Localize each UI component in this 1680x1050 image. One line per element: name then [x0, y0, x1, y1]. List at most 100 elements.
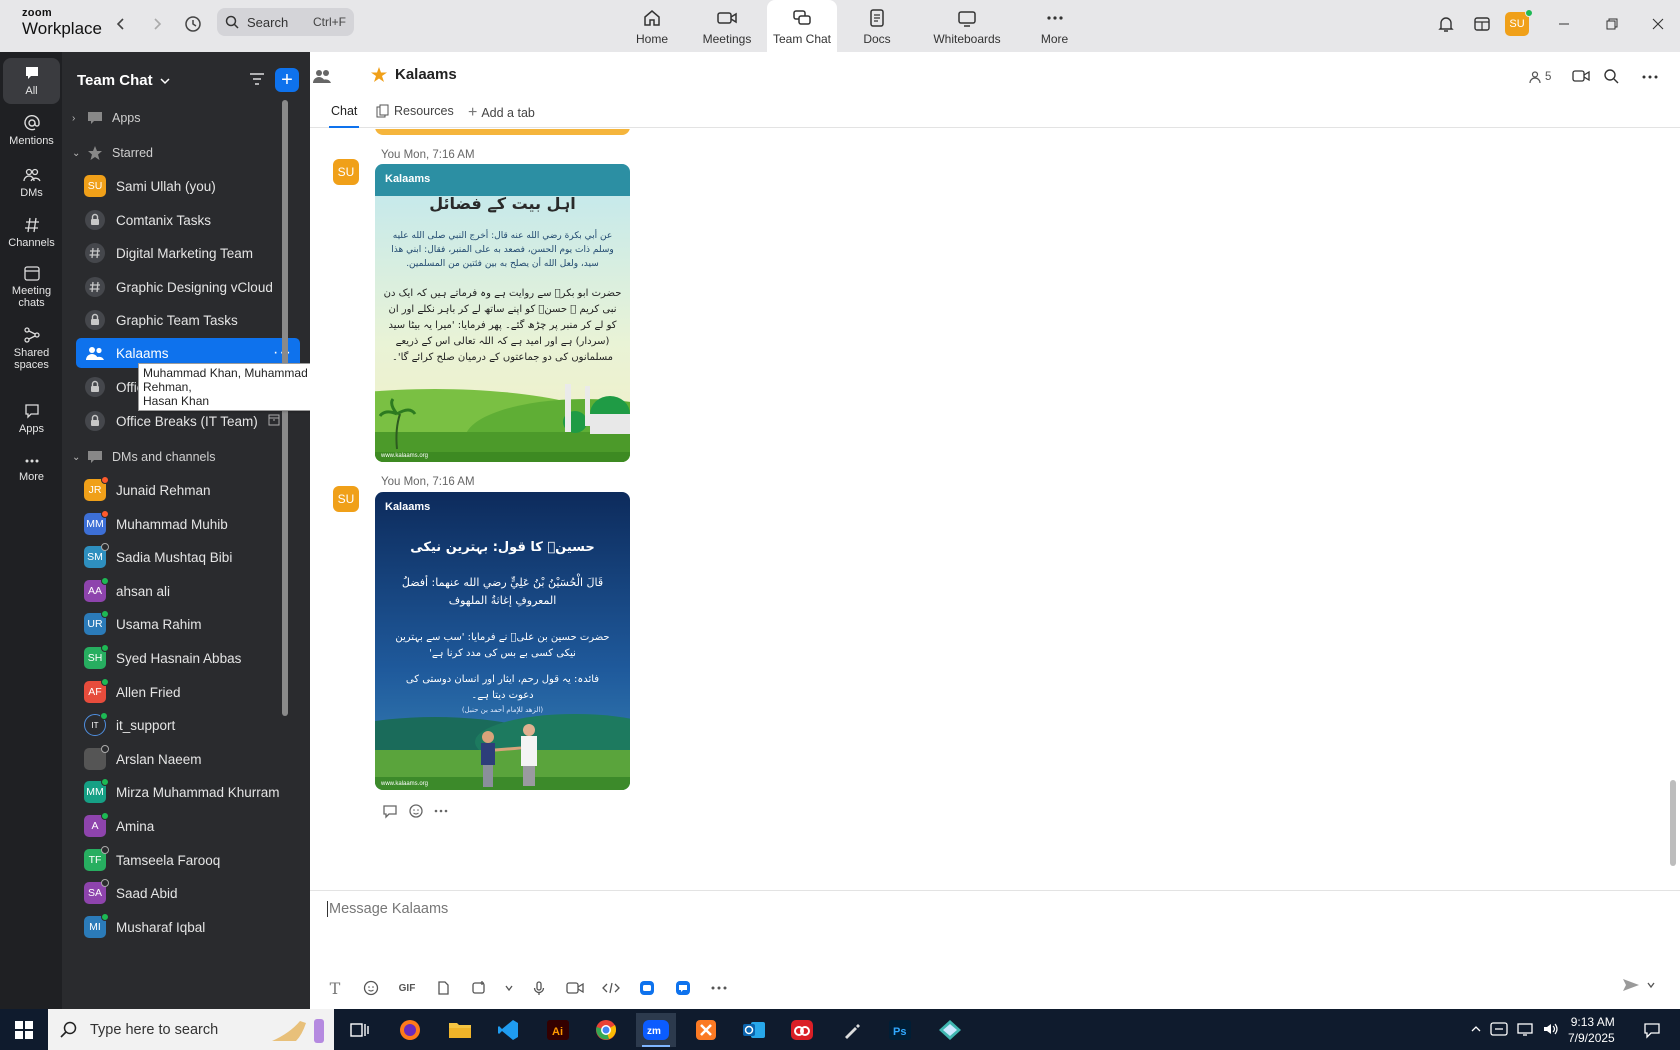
tab-meetings[interactable]: Meetings: [687, 0, 767, 52]
gif-button[interactable]: GIF: [396, 977, 418, 999]
rail-meeting-chats[interactable]: Meeting chats: [3, 264, 60, 309]
restore-icon[interactable]: [1600, 12, 1624, 36]
creative-cloud-icon[interactable]: [782, 1013, 822, 1047]
chevron-down-icon[interactable]: [1646, 980, 1656, 990]
code-snippet-icon[interactable]: [600, 977, 622, 999]
microphone-icon[interactable]: [528, 977, 550, 999]
user-menu[interactable]: SU: [1505, 9, 1533, 38]
photoshop-icon[interactable]: Ps: [880, 1013, 920, 1047]
zoom-app-icon[interactable]: zm: [636, 1013, 676, 1047]
vscode-icon[interactable]: [488, 1013, 528, 1047]
text-format-icon[interactable]: T: [324, 977, 346, 999]
tab-docs[interactable]: Docs: [837, 0, 917, 52]
windows-start-icon[interactable]: [4, 1013, 44, 1047]
app-integration-icon-2[interactable]: [672, 977, 694, 999]
tab-chat[interactable]: Chat: [328, 104, 360, 128]
emoji-icon[interactable]: [360, 977, 382, 999]
task-view-icon[interactable]: [340, 1013, 380, 1047]
sidebar-item-dm[interactable]: SM Sadia Mushtaq Bibi: [76, 542, 300, 572]
rail-all[interactable]: All: [3, 58, 60, 104]
sidebar-item-dm[interactable]: MI Musharaf Iqbal: [76, 912, 300, 942]
sidebar-item-starred[interactable]: Graphic Designing vCloud: [76, 272, 300, 302]
attach-file-icon[interactable]: [432, 977, 454, 999]
sidebar-item-dm[interactable]: UR Usama Rahim: [76, 609, 300, 639]
new-chat-button[interactable]: +: [275, 68, 299, 92]
members-count-button[interactable]: 5: [1528, 70, 1551, 84]
back-arrow-icon[interactable]: [109, 12, 133, 36]
chat-scrollbar[interactable]: [1670, 780, 1676, 866]
video-call-icon[interactable]: [1572, 68, 1590, 84]
app-diamond-icon[interactable]: [930, 1013, 970, 1047]
sidebar-item-starred[interactable]: SU Sami Ullah (you): [76, 171, 300, 201]
chrome-icon[interactable]: [586, 1013, 626, 1047]
sidebar-item-dm[interactable]: A Amina: [76, 811, 300, 841]
pen-tool-icon[interactable]: [832, 1013, 872, 1047]
sidebar-title[interactable]: Team Chat: [77, 72, 171, 89]
emoji-reaction-icon[interactable]: [408, 803, 424, 819]
sidebar-item-dm[interactable]: Arslan Naeem: [76, 744, 300, 774]
taskbar-clock[interactable]: 9:13 AM 7/9/2025: [1568, 1014, 1615, 1046]
rail-more[interactable]: More: [3, 454, 60, 483]
screenshot-icon[interactable]: [468, 977, 490, 999]
video-message-icon[interactable]: [564, 977, 586, 999]
more-dots-icon[interactable]: [434, 803, 448, 819]
sidebar-item-dm[interactable]: SA Saad Abid: [76, 878, 300, 908]
file-explorer-icon[interactable]: [440, 1013, 480, 1047]
send-icon[interactable]: [1622, 977, 1640, 993]
message-image-2[interactable]: Kalaams حسینؓ کا قول: بہترین نیکی قَالَ …: [375, 492, 630, 790]
reply-icon[interactable]: [382, 803, 398, 819]
minimize-icon[interactable]: [1552, 12, 1576, 36]
forward-arrow-icon[interactable]: [145, 12, 169, 36]
message-avatar[interactable]: SU: [333, 159, 359, 185]
rail-shared-spaces[interactable]: Shared spaces: [3, 326, 60, 371]
taskbar-search[interactable]: Type here to search: [48, 1009, 334, 1050]
history-icon[interactable]: [181, 12, 205, 36]
bell-icon[interactable]: [1434, 12, 1458, 36]
more-dots-icon[interactable]: [1642, 74, 1658, 80]
outlook-icon[interactable]: [734, 1013, 774, 1047]
sidebar-item-dm[interactable]: AF Allen Fried: [76, 677, 300, 707]
sidebar-item-starred[interactable]: Digital Marketing Team: [76, 238, 300, 268]
tab-whiteboards[interactable]: Whiteboards: [917, 0, 1017, 52]
sidebar-item-dm[interactable]: MM Mirza Muhammad Khurram: [76, 777, 300, 807]
tab-more[interactable]: More: [1017, 0, 1092, 52]
app-integration-icon-1[interactable]: [636, 977, 658, 999]
calendar-widget-icon[interactable]: [1470, 12, 1494, 36]
rail-channels[interactable]: Channels: [3, 216, 60, 249]
send-options[interactable]: [1622, 977, 1656, 993]
message-list[interactable]: You Mon, 7:16 AM SU Kalaams اہل بیت کے ف…: [310, 129, 1680, 881]
tab-resources[interactable]: Resources: [376, 104, 454, 118]
sidebar-item-dm[interactable]: SH Syed Hasnain Abbas: [76, 643, 300, 673]
network-icon[interactable]: [1516, 1021, 1534, 1037]
volume-icon[interactable]: [1542, 1021, 1560, 1037]
xampp-icon[interactable]: [686, 1013, 726, 1047]
user-avatar[interactable]: SU: [1505, 9, 1533, 36]
close-icon[interactable]: [1646, 12, 1670, 36]
add-tab-button[interactable]: + Add a tab: [468, 104, 535, 122]
chevron-down-icon[interactable]: [504, 977, 514, 999]
star-filled-icon[interactable]: [370, 66, 388, 84]
notification-center-icon[interactable]: [1632, 1013, 1672, 1047]
filter-icon[interactable]: [248, 70, 266, 93]
sidebar-item-dm[interactable]: AA ahsan ali: [76, 576, 300, 606]
tray-app-icon[interactable]: [1490, 1021, 1508, 1037]
sidebar-item-starred[interactable]: Comtanix Tasks: [76, 205, 300, 235]
previous-image-edge[interactable]: [375, 129, 630, 135]
illustrator-icon[interactable]: Ai: [538, 1013, 578, 1047]
message-composer[interactable]: Message Kalaams T GIF: [310, 890, 1680, 1009]
chevron-up-icon[interactable]: [1470, 1024, 1482, 1034]
section-starred[interactable]: ⌄ Starred: [72, 145, 153, 161]
section-dms-and-channels[interactable]: ⌄ DMs and channels: [72, 449, 216, 465]
tab-home[interactable]: Home: [617, 0, 687, 52]
message-input[interactable]: Message Kalaams: [327, 901, 448, 917]
tab-team-chat[interactable]: Team Chat: [767, 0, 837, 52]
search-input[interactable]: Search Ctrl+F: [217, 8, 354, 36]
section-apps[interactable]: › Apps: [72, 110, 141, 126]
rail-dms[interactable]: DMs: [3, 166, 60, 199]
sidebar-item-dm[interactable]: MM Muhammad Muhib: [76, 509, 300, 539]
message-avatar[interactable]: SU: [333, 486, 359, 512]
rail-apps[interactable]: Apps: [3, 402, 60, 435]
firefox-icon[interactable]: [390, 1013, 430, 1047]
message-image-1[interactable]: Kalaams اہل بیت کے فضائل عن أبي بكرة رضي…: [375, 164, 630, 462]
rail-mentions[interactable]: Mentions: [3, 114, 60, 147]
